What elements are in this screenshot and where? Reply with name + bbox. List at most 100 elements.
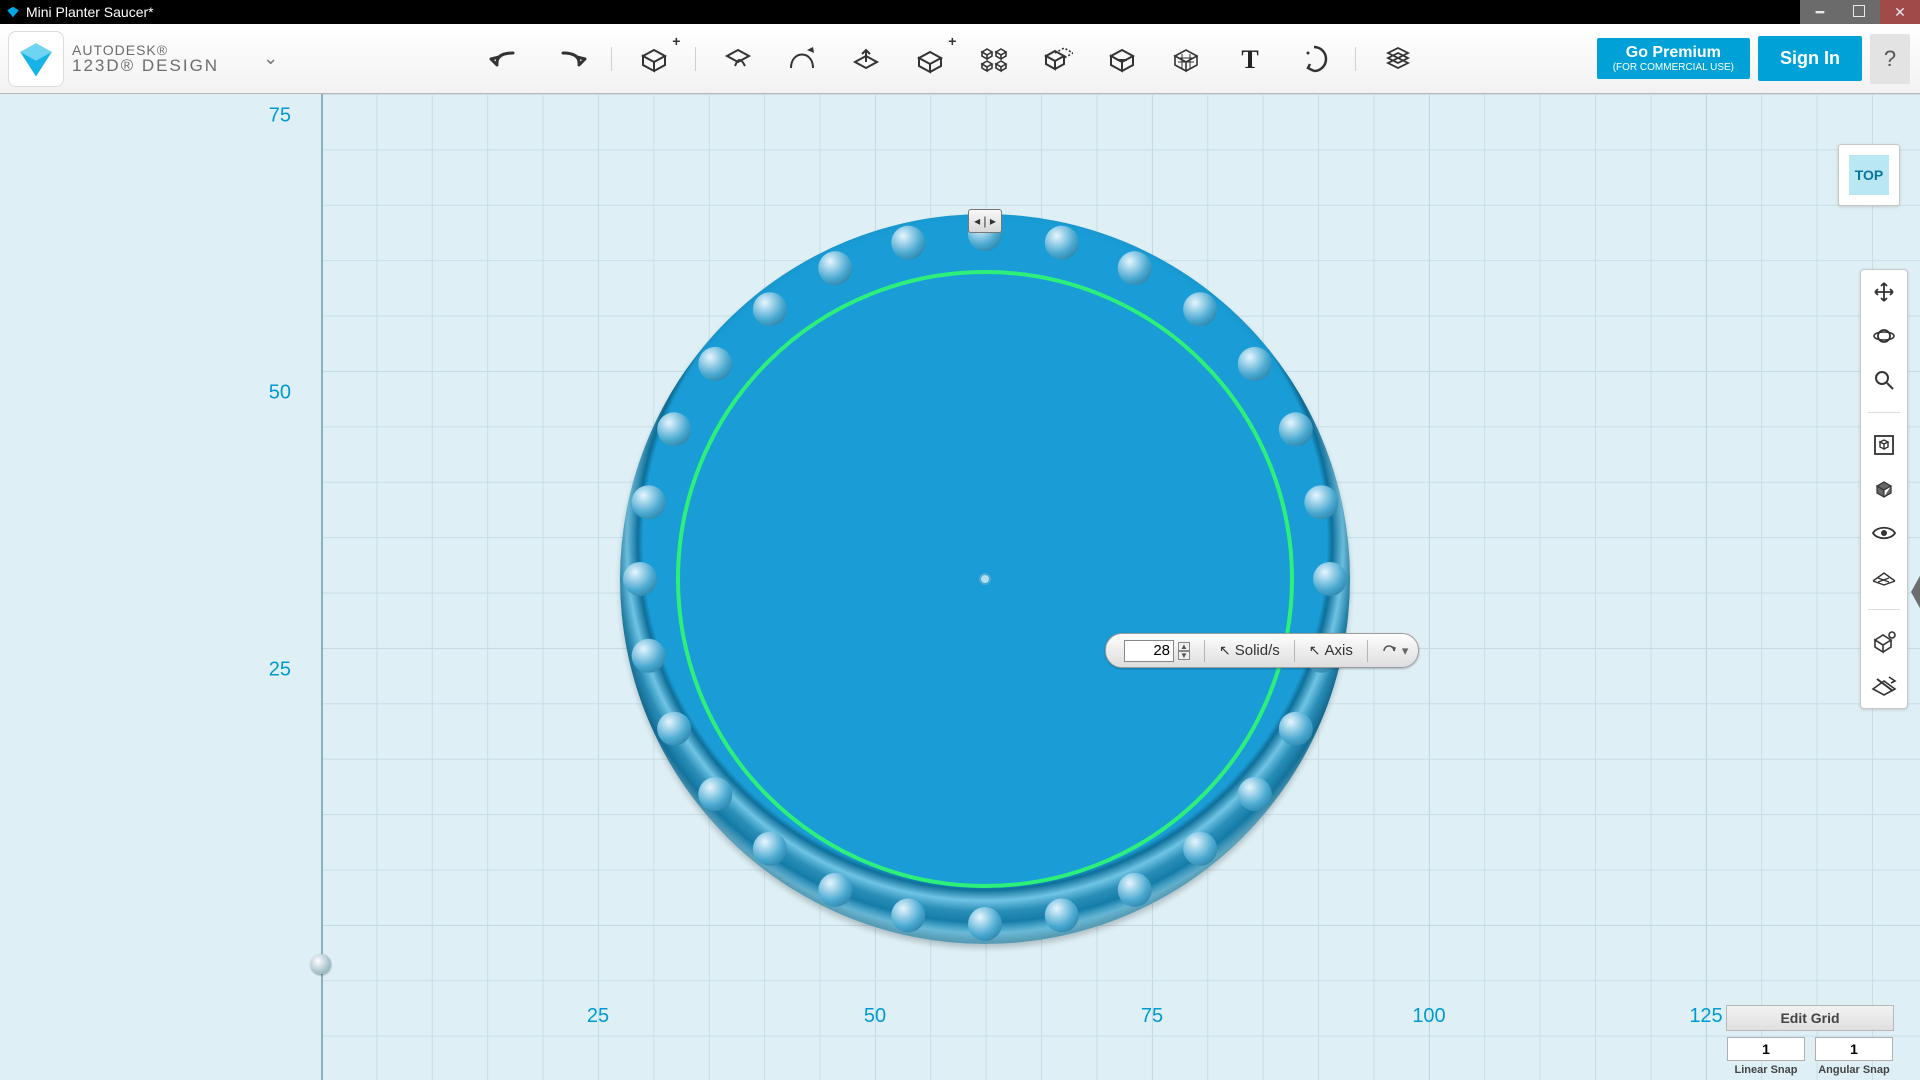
modify-button[interactable]: +	[910, 39, 950, 79]
pattern-instance[interactable]	[891, 226, 925, 260]
measure-button[interactable]	[1294, 39, 1334, 79]
materials-button[interactable]	[1378, 39, 1418, 79]
ruler-y: 75 50 25	[0, 94, 321, 1080]
pattern-instance[interactable]	[818, 873, 852, 907]
pattern-drag-handle[interactable]: ◂ | ▸	[968, 209, 1002, 233]
ruler-tick: 50	[864, 1005, 886, 1028]
visibility-button[interactable]	[1870, 519, 1898, 547]
redo-button[interactable]	[550, 39, 590, 79]
step-down-icon[interactable]: ▼	[1178, 651, 1190, 660]
pattern-instance[interactable]	[1238, 347, 1272, 381]
pattern-instance[interactable]	[1279, 712, 1313, 746]
ruler-x: 25 50 75 100 125	[0, 1030, 1920, 1080]
select-axis-button[interactable]: ↖ Axis	[1309, 642, 1353, 659]
undo-button[interactable]	[486, 39, 526, 79]
step-up-icon[interactable]: ▲	[1178, 642, 1190, 651]
pattern-instance[interactable]	[753, 832, 787, 866]
pattern-instance[interactable]	[698, 777, 732, 811]
primitives-button[interactable]: +	[634, 39, 674, 79]
pattern-instance[interactable]	[1304, 485, 1338, 519]
count-input[interactable]	[1124, 640, 1174, 662]
workspace[interactable]: 75 50 25 25 50 75 100 125 ◂ | ▸ ▲ ▼ ↖ So…	[0, 94, 1920, 1080]
circular-pattern-toolbar: ▲ ▼ ↖ Solid/s ↖ Axis ▾	[1105, 633, 1419, 668]
pattern-instance[interactable]	[1279, 412, 1313, 446]
pattern-instance[interactable]	[632, 485, 666, 519]
linear-snap-input[interactable]	[1727, 1037, 1805, 1061]
count-stepper[interactable]: ▲ ▼	[1178, 642, 1190, 660]
pattern-instance[interactable]	[1045, 898, 1079, 932]
pattern-instance[interactable]	[753, 292, 787, 326]
cursor-icon: ↖	[1219, 642, 1231, 659]
plus-icon: +	[948, 33, 956, 49]
pattern-instance[interactable]	[818, 251, 852, 285]
construct-button[interactable]	[846, 39, 886, 79]
ruler-tick: 50	[269, 382, 291, 405]
app-logo[interactable]: AUTODESK® 123D® DESIGN	[0, 31, 233, 87]
pattern-instance[interactable]	[657, 712, 691, 746]
snap-button[interactable]	[1870, 628, 1898, 656]
orbit-button[interactable]	[1870, 322, 1898, 350]
app-icon	[6, 5, 20, 19]
select-solid-button[interactable]: ↖ Solid/s	[1219, 642, 1280, 659]
grid-origin-icon[interactable]	[311, 954, 331, 974]
angular-snap-input[interactable]	[1815, 1037, 1893, 1061]
ruler-tick: 125	[1689, 1005, 1722, 1028]
center-point-icon[interactable]	[979, 573, 991, 585]
svg-text:T: T	[1242, 46, 1259, 72]
linear-snap-label: Linear Snap	[1727, 1064, 1805, 1076]
pattern-instance[interactable]	[623, 562, 657, 596]
ribbon: AUTODESK® 123D® DESIGN ⌄ +	[0, 24, 1920, 94]
group-button[interactable]	[1038, 39, 1078, 79]
edit-grid-button[interactable]: Edit Grid	[1726, 1005, 1894, 1031]
pattern-instance[interactable]	[657, 412, 691, 446]
ruler-tick: 25	[587, 1005, 609, 1028]
slice-button[interactable]	[1870, 672, 1898, 700]
logo-mark-icon	[8, 31, 64, 87]
minimize-button[interactable]: ━	[1800, 0, 1840, 24]
title-bar: Mini Planter Saucer* ━ ✕	[0, 0, 1920, 24]
angular-snap-label: Angular Snap	[1815, 1064, 1893, 1076]
view-cube-face[interactable]: TOP	[1849, 155, 1889, 195]
brand-text: AUTODESK®	[72, 43, 219, 57]
model-object[interactable]: ◂ | ▸	[620, 214, 1350, 944]
snap-panel: Edit Grid Linear Snap Angular Snap	[1726, 1005, 1894, 1076]
close-button[interactable]: ✕	[1880, 0, 1920, 24]
pattern-instance[interactable]	[698, 347, 732, 381]
right-nav-toolbar	[1860, 269, 1908, 709]
pattern-instance[interactable]	[632, 639, 666, 673]
pattern-instance[interactable]	[1045, 226, 1079, 260]
main-menu-caret-icon[interactable]: ⌄	[263, 48, 278, 69]
ruler-tick: 75	[1141, 1005, 1163, 1028]
zoom-button[interactable]	[1870, 366, 1898, 394]
shaded-button[interactable]	[1870, 475, 1898, 503]
pattern-instance[interactable]	[1118, 251, 1152, 285]
pattern-instance[interactable]	[968, 907, 1002, 941]
ruler-tick: 100	[1412, 1005, 1445, 1028]
text-button[interactable]: T	[1230, 39, 1270, 79]
combine-button[interactable]	[1102, 39, 1142, 79]
pattern-button[interactable]	[974, 39, 1014, 79]
ruler-tick: 25	[269, 659, 291, 682]
spline-button[interactable]	[782, 39, 822, 79]
sign-in-button[interactable]: Sign In	[1758, 36, 1862, 81]
view-cube[interactable]: TOP	[1838, 144, 1900, 206]
help-button[interactable]: ?	[1870, 34, 1910, 84]
pattern-instance[interactable]	[1238, 777, 1272, 811]
fit-button[interactable]	[1870, 431, 1898, 459]
plus-icon: +	[672, 33, 680, 49]
options-dropdown[interactable]: ▾	[1382, 643, 1409, 659]
grid-toggle-button[interactable]	[1870, 563, 1898, 591]
window-title: Mini Planter Saucer*	[26, 4, 154, 20]
ruler-tick: 75	[269, 105, 291, 128]
pattern-instance[interactable]	[1118, 873, 1152, 907]
maximize-button[interactable]	[1840, 0, 1880, 24]
go-premium-button[interactable]: Go Premium (FOR COMMERCIAL USE)	[1597, 38, 1750, 80]
pattern-instance[interactable]	[891, 898, 925, 932]
pattern-instance[interactable]	[1183, 292, 1217, 326]
pattern-instance[interactable]	[1183, 832, 1217, 866]
sketch-button[interactable]	[718, 39, 758, 79]
cursor-icon: ↖	[1309, 642, 1321, 659]
convert-button[interactable]	[1166, 39, 1206, 79]
pattern-instance[interactable]	[1313, 562, 1347, 596]
pan-button[interactable]	[1870, 278, 1898, 306]
